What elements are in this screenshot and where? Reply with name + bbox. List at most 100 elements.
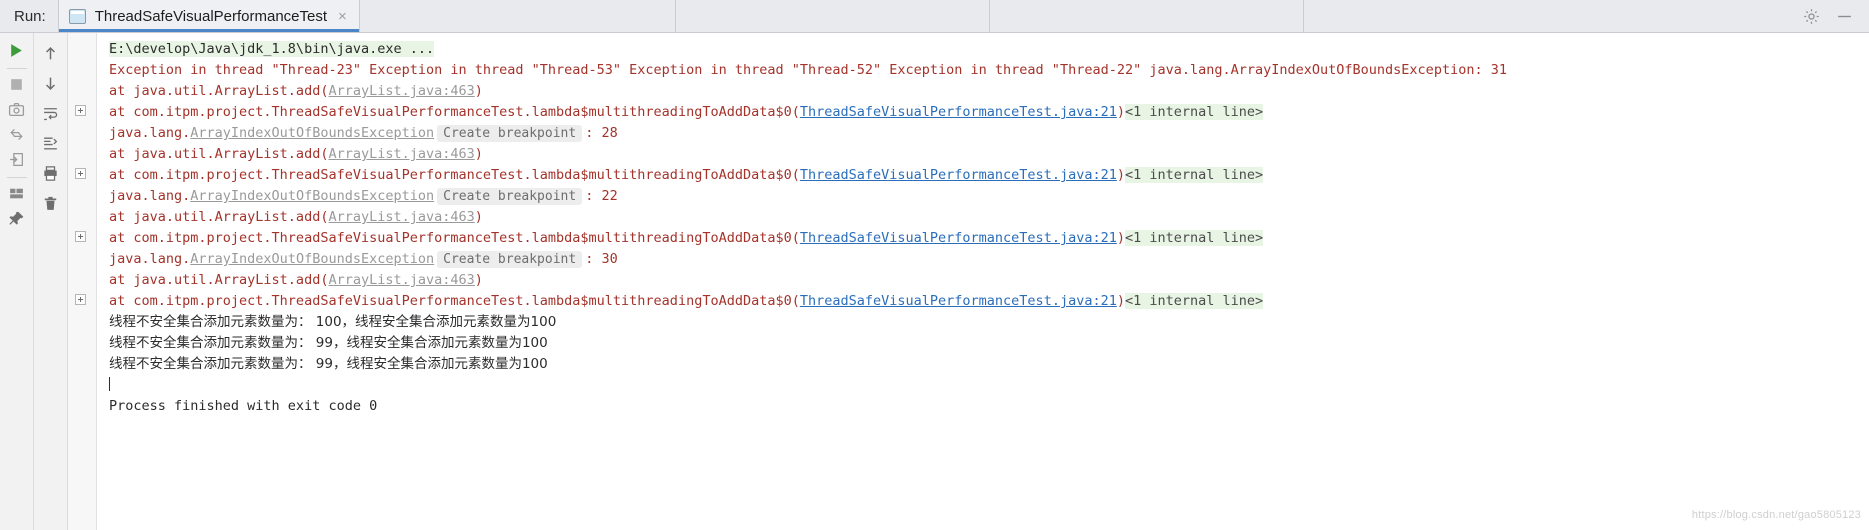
text-caret — [109, 377, 110, 391]
create-breakpoint-button[interactable]: Create breakpoint — [437, 188, 583, 205]
frame-prefix: at java.util.ArrayList.add( — [109, 83, 329, 99]
console-line-stackframe: at java.util.ArrayList.add(ArrayList.jav… — [109, 270, 1869, 291]
process-finished-text: Process finished with exit code 0 — [109, 398, 378, 414]
frame-prefix: at java.util.ArrayList.add( — [109, 272, 329, 288]
tab-threadsafevisualperformancetest[interactable]: ThreadSafeVisualPerformanceTest × — [57, 0, 360, 32]
up-the-stack-trace-icon[interactable] — [37, 39, 65, 67]
exception-code: : 28 — [585, 125, 618, 141]
run-toolbar-secondary — [34, 33, 68, 530]
exception-package: java.lang. — [109, 188, 191, 204]
frame-suffix: ) — [1116, 167, 1125, 183]
close-icon[interactable]: × — [336, 9, 349, 24]
rerun-button[interactable] — [3, 39, 31, 62]
frame-suffix: ) — [1116, 293, 1125, 309]
internal-line-badge[interactable]: <1 internal line> — [1124, 167, 1264, 183]
console-line-stackframe: at com.itpm.project.ThreadSafeVisualPerf… — [109, 165, 1869, 186]
frame-suffix: ) — [474, 83, 483, 99]
frame-prefix: at com.itpm.project.ThreadSafeVisualPerf… — [109, 230, 800, 246]
toolbar-divider-2 — [6, 176, 27, 178]
exception-code: : 22 — [585, 188, 618, 204]
layout-settings-icon[interactable] — [3, 182, 31, 205]
console-line-stackframe: at java.util.ArrayList.add(ArrayList.jav… — [109, 81, 1869, 102]
console-line-result: 线程不安全集合添加元素数量为： 99，线程安全集合添加元素数量为100 — [109, 354, 1869, 375]
hide-icon[interactable] — [1836, 8, 1853, 25]
settings-icon[interactable] — [1803, 8, 1820, 25]
frame-suffix: ) — [474, 209, 483, 225]
tabbar-segment-3 — [990, 0, 1304, 32]
console-line-exception-header: Exception in thread "Thread-23" Exceptio… — [109, 60, 1869, 81]
print-icon[interactable] — [37, 159, 65, 187]
run-tab-bar: Run: ThreadSafeVisualPerformanceTest × — [0, 0, 1869, 33]
run-configuration-icon — [68, 8, 86, 24]
console-line-stackframe: at com.itpm.project.ThreadSafeVisualPerf… — [109, 291, 1869, 312]
console-line-process-finished: Process finished with exit code 0 — [109, 396, 1869, 417]
result-text: 线程不安全集合添加元素数量为： 99，线程安全集合添加元素数量为100 — [109, 356, 548, 372]
clear-all-icon[interactable] — [37, 189, 65, 217]
console-line-stackframe: at java.util.ArrayList.add(ArrayList.jav… — [109, 144, 1869, 165]
tabbar-segment-1 — [360, 0, 676, 32]
internal-line-badge[interactable]: <1 internal line> — [1124, 104, 1264, 120]
frame-suffix: ) — [474, 146, 483, 162]
console-line-exception: java.lang.ArrayIndexOutOfBoundsException… — [109, 123, 1869, 144]
exception-package: java.lang. — [109, 251, 191, 267]
down-the-stack-trace-icon[interactable] — [37, 69, 65, 97]
restore-layout-icon[interactable] — [3, 123, 31, 146]
frame-suffix: ) — [1116, 104, 1125, 120]
fold-marker[interactable] — [75, 231, 86, 242]
result-text: 线程不安全集合添加元素数量为： 99，线程安全集合添加元素数量为100 — [109, 335, 548, 351]
arraylist-source-link[interactable]: ArrayList.java:463 — [328, 146, 474, 162]
exception-class-link[interactable]: ArrayIndexOutOfBoundsException — [190, 125, 434, 141]
frame-prefix: at com.itpm.project.ThreadSafeVisualPerf… — [109, 104, 800, 120]
tabbar-actions — [1793, 0, 1869, 32]
fold-marker[interactable] — [75, 105, 86, 116]
internal-line-badge[interactable]: <1 internal line> — [1124, 293, 1264, 309]
run-label: Run: — [14, 7, 46, 25]
run-tool-window: Run: ThreadSafeVisualPerformanceTest × E… — [0, 0, 1869, 530]
arraylist-source-link[interactable]: ArrayList.java:463 — [328, 272, 474, 288]
frame-prefix: at com.itpm.project.ThreadSafeVisualPerf… — [109, 167, 800, 183]
run-toolbar-primary — [0, 33, 34, 530]
frame-prefix: at java.util.ArrayList.add( — [109, 146, 329, 162]
exception-header-text: Exception in thread "Thread-23" Exceptio… — [109, 62, 1507, 78]
pin-tab-icon[interactable] — [3, 207, 31, 230]
fold-marker[interactable] — [75, 294, 86, 305]
console-output[interactable]: E:\develop\Java\jdk_1.8\bin\java.exe ...… — [97, 33, 1869, 530]
tab-active-underline — [58, 29, 359, 32]
test-source-link[interactable]: ThreadSafeVisualPerformanceTest.java:21 — [800, 104, 1117, 120]
exception-class-link[interactable]: ArrayIndexOutOfBoundsException — [190, 251, 434, 267]
arraylist-source-link[interactable]: ArrayList.java:463 — [328, 83, 474, 99]
exception-class-link[interactable]: ArrayIndexOutOfBoundsException — [190, 188, 434, 204]
result-text: 线程不安全集合添加元素数量为： 100，线程安全集合添加元素数量为100 — [109, 314, 557, 330]
console-line-result: 线程不安全集合添加元素数量为： 99，线程安全集合添加元素数量为100 — [109, 333, 1869, 354]
arraylist-source-link[interactable]: ArrayList.java:463 — [328, 209, 474, 225]
test-source-link[interactable]: ThreadSafeVisualPerformanceTest.java:21 — [800, 230, 1117, 246]
watermark: https://blog.csdn.net/gao5805123 — [1691, 509, 1861, 521]
internal-line-badge[interactable]: <1 internal line> — [1124, 230, 1264, 246]
exception-code: : 30 — [585, 251, 618, 267]
toolbar-divider — [6, 67, 27, 69]
console-line-exception: java.lang.ArrayIndexOutOfBoundsException… — [109, 249, 1869, 270]
scroll-to-end-icon[interactable] — [37, 129, 65, 157]
exception-package: java.lang. — [109, 125, 191, 141]
console-gutter — [68, 33, 97, 530]
tab-title: ThreadSafeVisualPerformanceTest — [94, 7, 328, 25]
java-command-text: E:\develop\Java\jdk_1.8\bin\java.exe ... — [109, 41, 435, 57]
create-breakpoint-button[interactable]: Create breakpoint — [437, 251, 583, 268]
console-line-result: 线程不安全集合添加元素数量为： 100，线程安全集合添加元素数量为100 — [109, 312, 1869, 333]
soft-wrap-icon[interactable] — [37, 99, 65, 127]
frame-prefix: at com.itpm.project.ThreadSafeVisualPerf… — [109, 293, 800, 309]
frame-suffix: ) — [1116, 230, 1125, 246]
stop-button[interactable] — [3, 74, 31, 97]
tabbar-filler — [1304, 0, 1793, 32]
export-icon[interactable] — [3, 148, 31, 171]
test-source-link[interactable]: ThreadSafeVisualPerformanceTest.java:21 — [800, 293, 1117, 309]
create-breakpoint-button[interactable]: Create breakpoint — [437, 125, 583, 142]
tabbar-segment-2 — [676, 0, 990, 32]
fold-marker[interactable] — [75, 168, 86, 179]
test-source-link[interactable]: ThreadSafeVisualPerformanceTest.java:21 — [800, 167, 1117, 183]
screenshot-icon[interactable] — [3, 98, 31, 121]
console-line-caret — [109, 375, 1869, 396]
console-line-stackframe: at com.itpm.project.ThreadSafeVisualPerf… — [109, 102, 1869, 123]
run-body: E:\develop\Java\jdk_1.8\bin\java.exe ...… — [0, 33, 1869, 530]
console-line-command: E:\develop\Java\jdk_1.8\bin\java.exe ... — [109, 39, 1869, 60]
